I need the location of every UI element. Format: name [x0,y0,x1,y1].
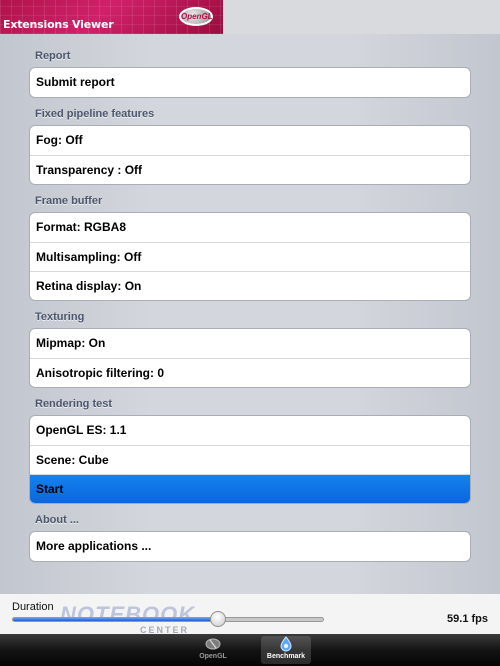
benchmark-icon [280,636,292,652]
group-rendering-test: OpenGL ES: 1.1 Scene: Cube Start [29,415,471,504]
row-submit-report[interactable]: Submit report [30,68,470,97]
section-heading-texturing: Texturing [35,311,85,323]
duration-slider[interactable] [12,617,324,622]
duration-slider-fill [13,618,219,621]
section-heading-rendering-test: Rendering test [35,398,113,410]
row-format[interactable]: Format: RGBA8 [30,213,470,242]
section-heading-report: Report [35,50,71,62]
app-title: Extensions Viewer [3,18,114,31]
group-fixed-pipeline: Fog: Off Transparency : Off [29,125,471,185]
group-texturing: Mipmap: On Anisotropic filtering: 0 [29,328,471,388]
opengl-logo-text: OpenGL [181,12,213,21]
row-transparency[interactable]: Transparency : Off [30,155,470,184]
row-anisotropic-filtering[interactable]: Anisotropic filtering: 0 [30,358,470,387]
header-background [223,0,500,34]
settings-list[interactable]: Report Submit report Fixed pipeline feat… [0,34,500,594]
tab-bar: OpenGL Benchmark [0,634,500,666]
section-heading-frame-buffer: Frame buffer [35,195,103,207]
opengl-logo: OpenGL [179,7,213,26]
tab-opengl[interactable]: OpenGL [188,636,238,664]
group-frame-buffer: Format: RGBA8 Multisampling: Off Retina … [29,212,471,301]
group-about: More applications ... [29,531,471,562]
tab-benchmark-label: Benchmark [266,653,306,660]
opengl-icon [205,638,221,650]
row-retina-display[interactable]: Retina display: On [30,271,470,300]
benchmark-bar: NOTEBOOK CENTER Duration 59.1 fps [0,594,500,635]
tab-benchmark[interactable]: Benchmark [261,636,311,664]
duration-label: Duration [12,601,54,613]
row-fog[interactable]: Fog: Off [30,126,470,155]
duration-slider-thumb[interactable] [209,611,226,627]
group-report: Submit report [29,67,471,98]
row-more-applications[interactable]: More applications ... [30,532,470,561]
tab-opengl-label: OpenGL [199,653,227,660]
row-opengl-es[interactable]: OpenGL ES: 1.1 [30,416,470,445]
start-button[interactable]: Start [30,474,470,503]
fps-readout: 59.1 fps [447,613,488,625]
section-heading-fixed-pipeline: Fixed pipeline features [35,108,155,120]
app-banner: Extensions Viewer OpenGL [0,0,223,34]
row-mipmap[interactable]: Mipmap: On [30,329,470,358]
section-heading-about: About ... [35,514,79,526]
row-multisampling[interactable]: Multisampling: Off [30,242,470,271]
row-scene[interactable]: Scene: Cube [30,445,470,474]
